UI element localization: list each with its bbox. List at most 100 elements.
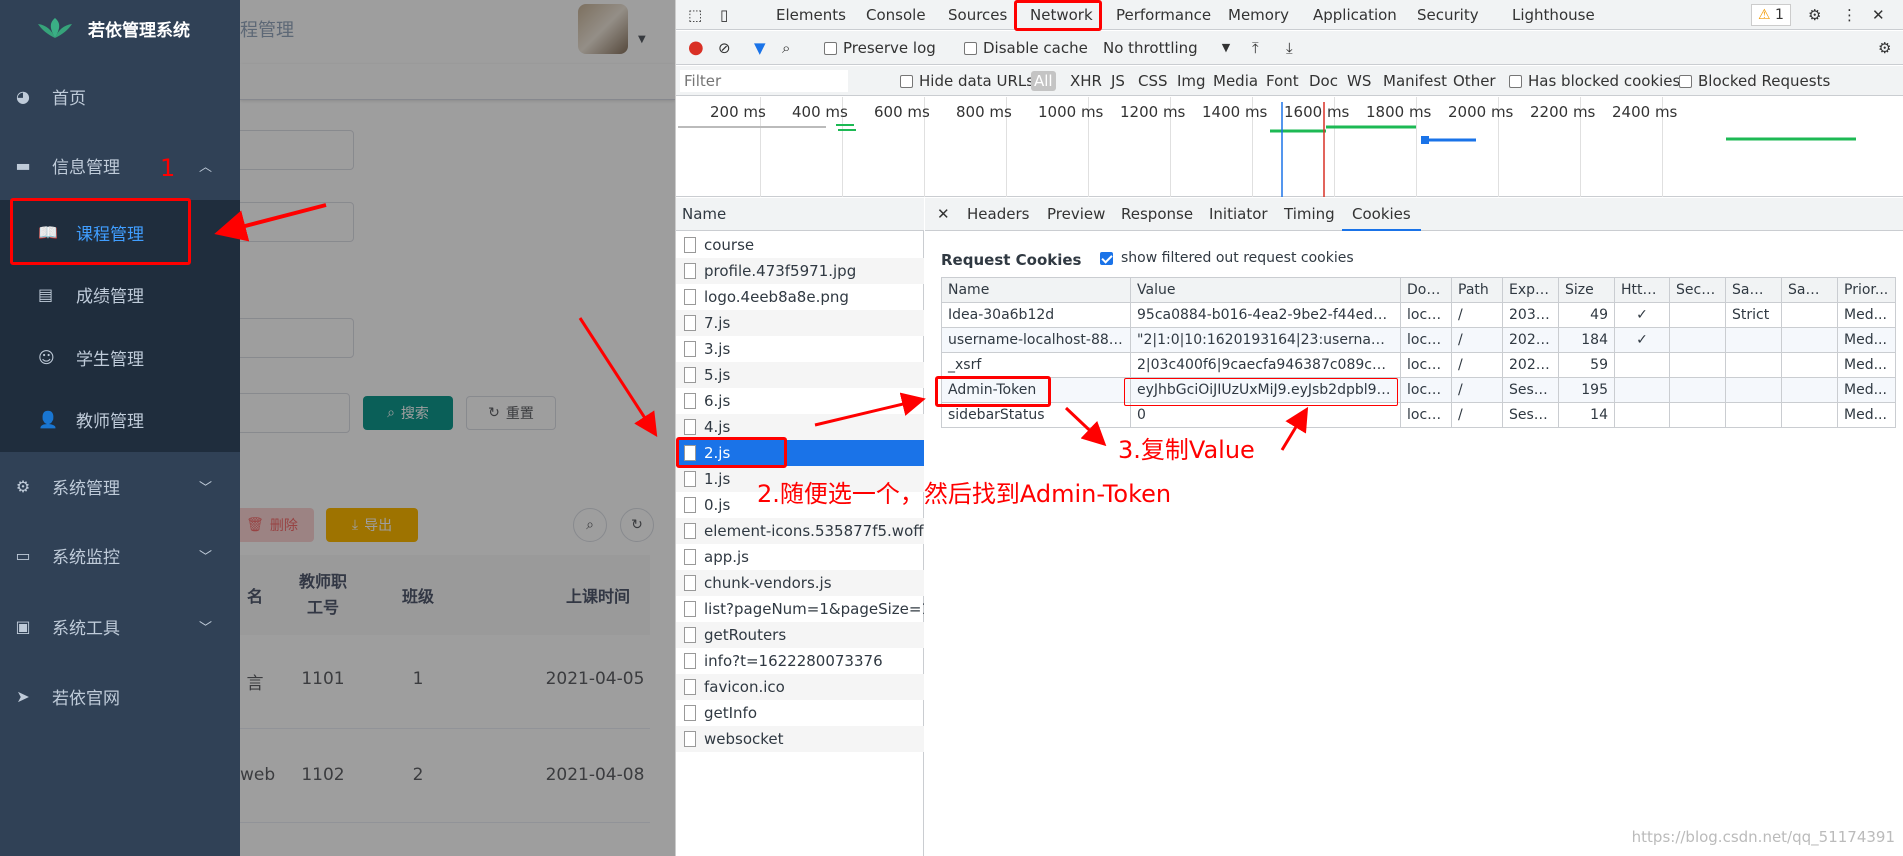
- tab-memory[interactable]: Memory: [1228, 0, 1289, 30]
- cookie-column-header[interactable]: Path: [1451, 277, 1503, 303]
- close-icon[interactable]: ✕: [1872, 0, 1885, 30]
- cookie-cell[interactable]: /: [1451, 402, 1503, 428]
- cookie-cell[interactable]: [1669, 302, 1726, 328]
- cookie-cell[interactable]: 0: [1130, 402, 1401, 428]
- cookie-cell[interactable]: 95ca0884-b016-4ea2-9be2-f44edd0...: [1130, 302, 1401, 328]
- cookie-row[interactable]: _xsrf 2|03c400f6|9caecfa946387c089c57f3..…: [941, 352, 1896, 378]
- more-options-icon[interactable]: ⋮: [1842, 0, 1857, 30]
- filter-other[interactable]: Other: [1453, 66, 1496, 96]
- cookie-cell[interactable]: [1614, 402, 1670, 428]
- checkbox[interactable]: [1509, 74, 1522, 88]
- cookie-cell[interactable]: Idea-30a6b12d: [941, 302, 1131, 328]
- cookie-cell[interactable]: Med...: [1837, 352, 1896, 378]
- tab-sources[interactable]: Sources: [948, 0, 1007, 30]
- cookie-cell[interactable]: [1725, 327, 1782, 353]
- network-settings-icon[interactable]: ⚙: [1878, 31, 1891, 65]
- checkbox[interactable]: [900, 74, 913, 88]
- filter-xhr[interactable]: XHR: [1070, 66, 1102, 96]
- cookie-cell[interactable]: ✓: [1614, 302, 1670, 328]
- cookie-column-header[interactable]: Sam...: [1781, 277, 1838, 303]
- request-row[interactable]: profile.473f5971.jpg: [676, 258, 924, 284]
- cookie-cell[interactable]: username-localhost-8888: [941, 327, 1131, 353]
- request-row[interactable]: chunk-vendors.js: [676, 570, 924, 596]
- disable-cache-checkbox[interactable]: Disable cache: [964, 31, 1088, 65]
- cookie-cell[interactable]: 59: [1558, 352, 1615, 378]
- cookie-row[interactable]: Idea-30a6b12d 95ca0884-b016-4ea2-9be2-f44…: [941, 302, 1896, 328]
- request-row[interactable]: course: [676, 232, 924, 258]
- tab-timing[interactable]: Timing: [1284, 198, 1335, 231]
- settings-icon[interactable]: ⚙: [1808, 0, 1821, 30]
- cookie-column-header[interactable]: Expir...: [1502, 277, 1559, 303]
- request-row[interactable]: 6.js: [676, 388, 924, 414]
- cookie-cell[interactable]: Med...: [1837, 402, 1896, 428]
- tab-application[interactable]: Application: [1313, 0, 1397, 30]
- cookie-cell[interactable]: Strict: [1725, 302, 1782, 328]
- blocked-requests-checkbox[interactable]: Blocked Requests: [1679, 66, 1830, 96]
- checkbox[interactable]: [1679, 74, 1692, 88]
- request-row[interactable]: app.js: [676, 544, 924, 570]
- cookie-cell[interactable]: Sessi...: [1502, 377, 1559, 403]
- inspect-icon[interactable]: ⬚: [688, 0, 702, 30]
- cookie-cell[interactable]: 2|03c400f6|9caecfa946387c089c57f3...: [1130, 352, 1401, 378]
- cookie-column-header[interactable]: Value: [1130, 277, 1401, 303]
- request-row[interactable]: getRouters: [676, 622, 924, 648]
- filter-input[interactable]: [680, 70, 848, 92]
- cookie-cell[interactable]: /: [1451, 327, 1503, 353]
- request-row[interactable]: websocket: [676, 726, 924, 752]
- request-row[interactable]: list?pageNum=1&pageSize=10: [676, 596, 924, 622]
- cookie-cell[interactable]: "2|1:0|10:1620193164|23:username-l...: [1130, 327, 1401, 353]
- submenu-item-grades[interactable]: ▤ 成绩管理: [0, 274, 240, 314]
- cookie-cell[interactable]: [1781, 352, 1838, 378]
- cookie-cell[interactable]: 184: [1558, 327, 1615, 353]
- menu-item-tools[interactable]: ▣ 系统工具 ﹀: [0, 606, 240, 646]
- hide-data-urls-checkbox[interactable]: Hide data URLs: [900, 66, 1034, 96]
- request-row[interactable]: logo.4eeb8a8e.png: [676, 284, 924, 310]
- cookie-cell[interactable]: [1725, 352, 1782, 378]
- throttling-select[interactable]: No throttling ▼: [1103, 31, 1230, 65]
- cookie-column-header[interactable]: Http...: [1614, 277, 1670, 303]
- request-row[interactable]: info?t=1622280073376: [676, 648, 924, 674]
- cookie-column-header[interactable]: Sam...: [1725, 277, 1782, 303]
- tab-preview[interactable]: Preview: [1047, 198, 1105, 231]
- menu-item-system[interactable]: ⚙ 系统管理 ﹀: [0, 466, 240, 506]
- cookie-cell[interactable]: [1725, 377, 1782, 403]
- cookie-cell[interactable]: [1614, 352, 1670, 378]
- cookie-cell[interactable]: Med...: [1837, 327, 1896, 353]
- filter-img[interactable]: Img: [1177, 66, 1206, 96]
- cookie-cell[interactable]: /: [1451, 377, 1503, 403]
- request-row[interactable]: 3.js: [676, 336, 924, 362]
- cookie-cell[interactable]: [1781, 402, 1838, 428]
- tab-performance[interactable]: Performance: [1116, 0, 1211, 30]
- export-har-icon[interactable]: ⤓: [1286, 31, 1293, 65]
- tab-cookies[interactable]: Cookies: [1342, 198, 1421, 231]
- filter-all[interactable]: All: [1031, 71, 1056, 91]
- checkbox[interactable]: [824, 41, 837, 55]
- cookie-cell[interactable]: /: [1451, 302, 1503, 328]
- filter-css[interactable]: CSS: [1138, 66, 1168, 96]
- request-row[interactable]: element-icons.535877f5.woff: [676, 518, 924, 544]
- cookie-cell[interactable]: [1725, 402, 1782, 428]
- cookie-cell[interactable]: 2031...: [1502, 302, 1559, 328]
- cookie-cell[interactable]: local...: [1400, 352, 1452, 378]
- cookie-row[interactable]: Admin-Token eyJhbGciOiJIUzUxMiJ9.eyJsb2dp…: [941, 377, 1896, 403]
- menu-item-website[interactable]: ➤ 若依官网: [0, 676, 240, 716]
- cookie-row[interactable]: username-localhost-8888 "2|1:0|10:1620193…: [941, 327, 1896, 353]
- cookie-column-header[interactable]: Prior...: [1837, 277, 1896, 303]
- cookie-cell[interactable]: _xsrf: [941, 352, 1131, 378]
- cookie-cell[interactable]: local...: [1400, 377, 1452, 403]
- filter-media[interactable]: Media: [1213, 66, 1258, 96]
- request-row[interactable]: 7.js: [676, 310, 924, 336]
- cookie-cell[interactable]: [1781, 302, 1838, 328]
- cookie-cell[interactable]: [1669, 327, 1726, 353]
- cookie-cell[interactable]: [1614, 377, 1670, 403]
- cookie-cell[interactable]: [1669, 352, 1726, 378]
- filter-doc[interactable]: Doc: [1309, 66, 1338, 96]
- tab-response[interactable]: Response: [1121, 198, 1193, 231]
- network-overview-timeline[interactable]: 200 ms 400 ms 600 ms 800 ms 1000 ms 1200 ms 14…: [676, 97, 1903, 197]
- cookie-column-header[interactable]: Secu...: [1669, 277, 1726, 303]
- preserve-log-checkbox[interactable]: Preserve log: [824, 31, 936, 65]
- tab-headers[interactable]: Headers: [967, 198, 1029, 231]
- cookie-column-header[interactable]: Dom...: [1400, 277, 1452, 303]
- name-column-header[interactable]: Name: [676, 198, 924, 231]
- cookie-row[interactable]: sidebarStatus 0 local... / Sessi... 14 Med...: [941, 402, 1896, 428]
